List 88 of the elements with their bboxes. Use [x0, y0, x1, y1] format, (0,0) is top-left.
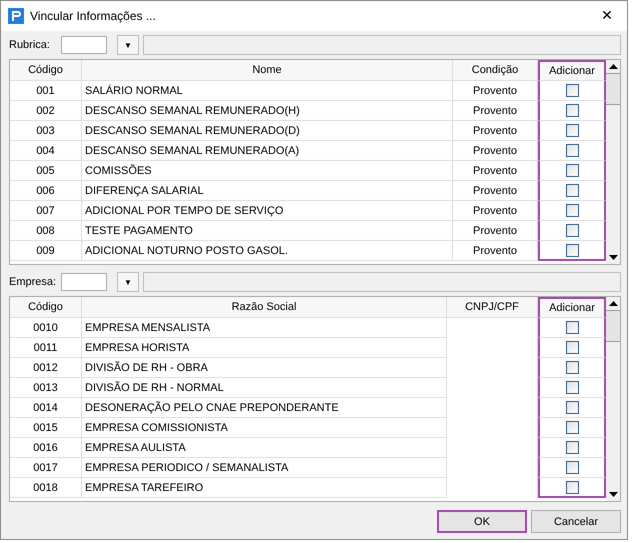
- table-cell: 006: [10, 181, 82, 201]
- table-cell: EMPRESA AULISTA: [82, 438, 447, 458]
- table-cell: Provento: [453, 161, 538, 181]
- scroll-up-icon[interactable]: [608, 301, 618, 306]
- table-cell: 0010: [10, 318, 82, 338]
- column-header[interactable]: Código: [10, 60, 82, 81]
- column-header[interactable]: Condição: [453, 60, 538, 81]
- checkbox[interactable]: [566, 361, 578, 374]
- table-cell: EMPRESA MENSALISTA: [82, 318, 447, 338]
- checkbox[interactable]: [566, 104, 578, 117]
- table-cell: 004: [10, 141, 82, 161]
- table-cell: 009: [10, 241, 82, 261]
- table-cell: EMPRESA HORISTA: [82, 338, 447, 358]
- table-cell: 0016: [10, 438, 82, 458]
- table-cell: TESTE PAGAMENTO: [82, 221, 453, 241]
- scrollbar[interactable]: [606, 297, 620, 501]
- table-cell: Provento: [453, 81, 538, 101]
- checkbox[interactable]: [566, 461, 578, 474]
- table-cell: DIVISÃO DE RH - NORMAL: [82, 378, 447, 398]
- checkbox[interactable]: [566, 480, 578, 494]
- table-cell: 0017: [10, 458, 82, 478]
- checkbox[interactable]: [566, 381, 578, 394]
- checkbox[interactable]: [566, 401, 578, 414]
- checkbox[interactable]: [566, 321, 578, 334]
- scroll-thumb[interactable]: [606, 73, 620, 105]
- column-header[interactable]: Código: [10, 297, 82, 318]
- column-header[interactable]: Nome: [82, 60, 453, 81]
- table-cell: EMPRESA PERIODICO / SEMANALISTA: [82, 458, 447, 478]
- filter-label: Rubrica:: [9, 39, 51, 51]
- table-cell: Provento: [453, 141, 538, 161]
- column-header[interactable]: Razão Social: [82, 297, 447, 318]
- close-button[interactable]: ✕: [587, 1, 627, 31]
- table-cell: EMPRESA TAREFEIRO: [82, 478, 447, 498]
- checkbox[interactable]: [566, 124, 578, 137]
- table-cell: DIVISÃO DE RH - OBRA: [82, 358, 447, 378]
- table-cell: Provento: [453, 181, 538, 201]
- table-cell: ADICIONAL NOTURNO POSTO GASOL.: [82, 241, 453, 261]
- table-cell: Provento: [453, 221, 538, 241]
- cancel-button[interactable]: Cancelar: [531, 510, 621, 533]
- scroll-thumb[interactable]: [606, 310, 620, 342]
- table-cell: DESONERAÇÃO PELO CNAE PREPONDERANTE: [82, 398, 447, 418]
- table-cell: DESCANSO SEMANAL REMUNERADO(A): [82, 141, 453, 161]
- table-cell: 0011: [10, 338, 82, 358]
- table-cell: 008: [10, 221, 82, 241]
- table-cell: Provento: [453, 121, 538, 141]
- checkbox[interactable]: [566, 441, 578, 454]
- scroll-down-icon[interactable]: [608, 255, 618, 260]
- table-cell: SALÁRIO NORMAL: [82, 81, 453, 101]
- table-cell: 0018: [10, 478, 82, 498]
- scrollbar[interactable]: [606, 60, 620, 264]
- checkbox[interactable]: [566, 421, 578, 434]
- table-cell: 002: [10, 101, 82, 121]
- table-cell: 001: [10, 81, 82, 101]
- table-cell: 0015: [10, 418, 82, 438]
- scroll-down-icon[interactable]: [608, 492, 618, 497]
- checkbox[interactable]: [566, 341, 578, 354]
- checkbox[interactable]: [566, 184, 578, 197]
- table-cell: DIFERENÇA SALARIAL: [82, 181, 453, 201]
- checkbox[interactable]: [566, 84, 578, 97]
- code-field[interactable]: [61, 36, 107, 54]
- dropdown-button[interactable]: ▼: [117, 35, 139, 55]
- checkbox[interactable]: [566, 144, 578, 157]
- table-cell: Provento: [453, 201, 538, 221]
- table-cell: Provento: [453, 241, 538, 261]
- table-cell: 0014: [10, 398, 82, 418]
- table-cell: 0013: [10, 378, 82, 398]
- table-cell: 0012: [10, 358, 82, 378]
- dropdown-button[interactable]: ▼: [117, 272, 139, 292]
- checkbox[interactable]: [566, 224, 578, 237]
- table-cell: DESCANSO SEMANAL REMUNERADO(H): [82, 101, 453, 121]
- ok-button[interactable]: OK: [437, 510, 527, 533]
- table-cell: 003: [10, 121, 82, 141]
- table-cell: ADICIONAL POR TEMPO DE SERVIÇO: [82, 201, 453, 221]
- code-field[interactable]: [61, 273, 107, 291]
- column-header[interactable]: CNPJ/CPF: [447, 297, 538, 318]
- table-cell: 005: [10, 161, 82, 181]
- checkbox[interactable]: [566, 204, 578, 217]
- app-logo-icon: [8, 8, 24, 24]
- window-title: Vincular Informações ...: [30, 9, 157, 23]
- table-cell: DESCANSO SEMANAL REMUNERADO(D): [82, 121, 453, 141]
- checkbox[interactable]: [566, 164, 578, 177]
- table-cell: Provento: [453, 101, 538, 121]
- checkbox[interactable]: [566, 244, 578, 256]
- table-cell: 007: [10, 201, 82, 221]
- table-cell: COMISSÕES: [82, 161, 453, 181]
- filter-label: Empresa:: [9, 276, 57, 288]
- scroll-up-icon[interactable]: [608, 64, 618, 69]
- table-cell: EMPRESA COMISSIONISTA: [82, 418, 447, 438]
